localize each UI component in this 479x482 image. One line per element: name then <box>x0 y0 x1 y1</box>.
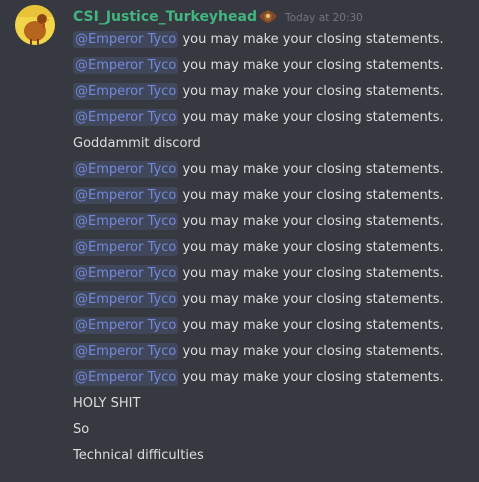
user-mention[interactable]: @Emperor Tyco <box>73 109 179 126</box>
message-text: you may make your closing statements. <box>182 214 444 229</box>
message-text: you may make your closing statements. <box>182 318 444 333</box>
message-timestamp: Today at 20:30 <box>285 12 363 24</box>
turkey-avatar-icon <box>15 5 55 45</box>
user-mention[interactable]: @Emperor Tyco <box>73 57 179 74</box>
message-text: you may make your closing statements. <box>182 370 444 385</box>
message-line: So <box>73 417 444 443</box>
message-text: you may make your closing statements. <box>182 58 444 73</box>
message-line: @Emperor Tyco you may make your closing … <box>73 287 444 313</box>
message-line: @Emperor Tyco you may make your closing … <box>73 157 444 183</box>
message-text: you may make your closing statements. <box>182 188 444 203</box>
message-text: you may make your closing statements. <box>182 344 444 359</box>
message-header: CSI_Justice_Turkeyhead Today at 20:30 <box>73 6 363 28</box>
message-text: Goddammit discord <box>73 136 201 151</box>
message-text: you may make your closing statements. <box>182 240 444 255</box>
message-line: @Emperor Tyco you may make your closing … <box>73 27 444 53</box>
message-line: Technical difficulties <box>73 443 444 469</box>
user-mention[interactable]: @Emperor Tyco <box>73 187 179 204</box>
user-mention[interactable]: @Emperor Tyco <box>73 31 179 48</box>
message-line: @Emperor Tyco you may make your closing … <box>73 365 444 391</box>
message-line: @Emperor Tyco you may make your closing … <box>73 339 444 365</box>
message-text: HOLY SHIT <box>73 396 141 411</box>
user-avatar[interactable] <box>15 5 55 45</box>
user-mention[interactable]: @Emperor Tyco <box>73 343 179 360</box>
user-mention[interactable]: @Emperor Tyco <box>73 213 179 230</box>
message-line: @Emperor Tyco you may make your closing … <box>73 183 444 209</box>
message-text: you may make your closing statements. <box>182 32 444 47</box>
username[interactable]: CSI_Justice_Turkeyhead <box>73 9 257 25</box>
message-text: you may make your closing statements. <box>182 84 444 99</box>
user-mention[interactable]: @Emperor Tyco <box>73 239 179 256</box>
user-mention[interactable]: @Emperor Tyco <box>73 265 179 282</box>
message-text: you may make your closing statements. <box>182 292 444 307</box>
user-mention[interactable]: @Emperor Tyco <box>73 317 179 334</box>
message-line: @Emperor Tyco you may make your closing … <box>73 209 444 235</box>
message-text: So <box>73 422 90 437</box>
message-text: you may make your closing statements. <box>182 162 444 177</box>
message-line: @Emperor Tyco you may make your closing … <box>73 235 444 261</box>
message-text: Technical difficulties <box>73 448 204 463</box>
turkey-icon <box>259 8 277 26</box>
user-mention[interactable]: @Emperor Tyco <box>73 161 179 178</box>
message-text: you may make your closing statements. <box>182 110 444 125</box>
message-line: @Emperor Tyco you may make your closing … <box>73 313 444 339</box>
message-line: @Emperor Tyco you may make your closing … <box>73 105 444 131</box>
message-text: you may make your closing statements. <box>182 266 444 281</box>
user-mention[interactable]: @Emperor Tyco <box>73 83 179 100</box>
message-line: @Emperor Tyco you may make your closing … <box>73 261 444 287</box>
message-line: @Emperor Tyco you may make your closing … <box>73 53 444 79</box>
message-list: @Emperor Tyco you may make your closing … <box>73 27 444 469</box>
user-mention[interactable]: @Emperor Tyco <box>73 291 179 308</box>
message-line: Goddammit discord <box>73 131 444 157</box>
user-mention[interactable]: @Emperor Tyco <box>73 369 179 386</box>
message-line: @Emperor Tyco you may make your closing … <box>73 79 444 105</box>
message-line: HOLY SHIT <box>73 391 444 417</box>
